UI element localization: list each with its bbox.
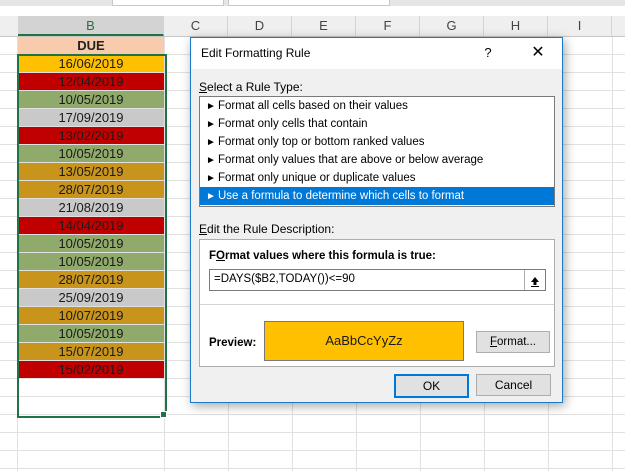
rule-type-label: Format all cells based on their values — [218, 100, 408, 112]
due-dates-column: 16/06/2019 12/04/2019 10/05/2019 17/09/2019… — [18, 55, 164, 379]
rule-type-item[interactable]: ► Use a formula to determine which cells … — [200, 187, 554, 205]
due-date-cell[interactable]: 10/05/2019 — [18, 235, 164, 252]
fill-handle[interactable] — [160, 411, 167, 418]
panel-divider — [200, 304, 554, 305]
rule-type-label: Format only top or bottom ranked values — [218, 136, 425, 148]
formula-text: =DAYS($B2,TODAY())<=90 — [214, 273, 355, 285]
rule-type-item[interactable]: ► Format only values that are above or be… — [200, 151, 554, 169]
format-preview: AaBbCcYyZz — [264, 321, 464, 361]
cancel-button[interactable]: Cancel — [476, 374, 551, 396]
rule-type-label: Format only unique or duplicate values — [218, 172, 416, 184]
close-button[interactable]: ✕ — [527, 43, 549, 63]
ok-button[interactable]: OK — [394, 374, 469, 398]
due-date-cell[interactable]: 10/05/2019 — [18, 325, 164, 342]
due-date-cell[interactable]: 15/02/2019 — [18, 361, 164, 378]
dialog-title: Edit Formatting Rule — [201, 46, 311, 60]
grid-vline — [612, 37, 613, 471]
rule-type-label: Format only values that are above or bel… — [218, 154, 484, 166]
due-date-cell[interactable]: 10/07/2019 — [18, 307, 164, 324]
due-date-cell[interactable]: 17/09/2019 — [18, 109, 164, 126]
due-date-cell[interactable]: 10/05/2019 — [18, 145, 164, 162]
grid-hline — [0, 468, 625, 469]
rule-description-panel: FOrmat values where this formula is true… — [199, 239, 555, 367]
due-date-cell[interactable]: 13/05/2019 — [18, 163, 164, 180]
dialog-titlebar[interactable]: Edit Formatting Rule ? ✕ — [191, 38, 562, 69]
grid-hline — [0, 432, 625, 433]
rule-arrow-icon: ► — [206, 173, 216, 184]
rule-type-item[interactable]: ► Format only unique or duplicate values — [200, 169, 554, 187]
rule-type-label: Select a Rule Type: — [199, 80, 303, 94]
help-button[interactable]: ? — [477, 43, 499, 63]
due-date-cell[interactable]: 12/04/2019 — [18, 73, 164, 90]
collapse-dialog-button[interactable] — [524, 270, 545, 290]
rule-arrow-icon: ► — [206, 137, 216, 148]
rule-type-item[interactable]: ► Format only top or bottom ranked values — [200, 133, 554, 151]
format-button[interactable]: Format... — [476, 331, 550, 353]
due-date-cell[interactable]: 14/04/2019 — [18, 217, 164, 234]
due-date-cell[interactable]: 10/05/2019 — [18, 91, 164, 108]
range-select-icon — [531, 276, 539, 287]
due-date-cell[interactable]: 16/06/2019 — [18, 55, 164, 72]
due-date-cell[interactable]: 21/08/2019 — [18, 199, 164, 216]
due-date-cell[interactable]: 25/09/2019 — [18, 289, 164, 306]
grid-hline — [0, 450, 625, 451]
formula-label: FOrmat values where this formula is true… — [209, 250, 436, 262]
rule-arrow-icon: ► — [206, 101, 216, 112]
due-date-cell[interactable]: 28/07/2019 — [18, 181, 164, 198]
rule-type-item[interactable]: ► Format all cells based on their values — [200, 97, 554, 115]
formula-input[interactable]: =DAYS($B2,TODAY())<=90 — [209, 269, 546, 291]
grid-vline — [164, 37, 165, 471]
rule-type-label: Format only cells that contain — [218, 118, 368, 130]
rule-type-list[interactable]: ► Format all cells based on their values ►… — [199, 96, 555, 207]
rule-arrow-icon: ► — [206, 155, 216, 166]
rule-type-item[interactable]: ► Format only cells that contain — [200, 115, 554, 133]
grid-hline — [0, 414, 625, 415]
rule-arrow-icon: ► — [206, 119, 216, 130]
due-date-cell[interactable]: 13/02/2019 — [18, 127, 164, 144]
edit-formatting-rule-dialog: Edit Formatting Rule ? ✕ Select a Rule T… — [190, 37, 563, 403]
rule-type-label: Use a formula to determine which cells t… — [218, 190, 465, 202]
rule-arrow-icon: ► — [206, 191, 216, 202]
due-date-cell[interactable]: 10/05/2019 — [18, 253, 164, 270]
preview-label: Preview: — [209, 337, 257, 349]
due-column-header-cell[interactable]: DUE — [18, 37, 164, 54]
due-date-cell[interactable]: 15/07/2019 — [18, 343, 164, 360]
due-date-cell[interactable]: 28/07/2019 — [18, 271, 164, 288]
rule-description-label: Edit the Rule Description: — [199, 222, 335, 236]
